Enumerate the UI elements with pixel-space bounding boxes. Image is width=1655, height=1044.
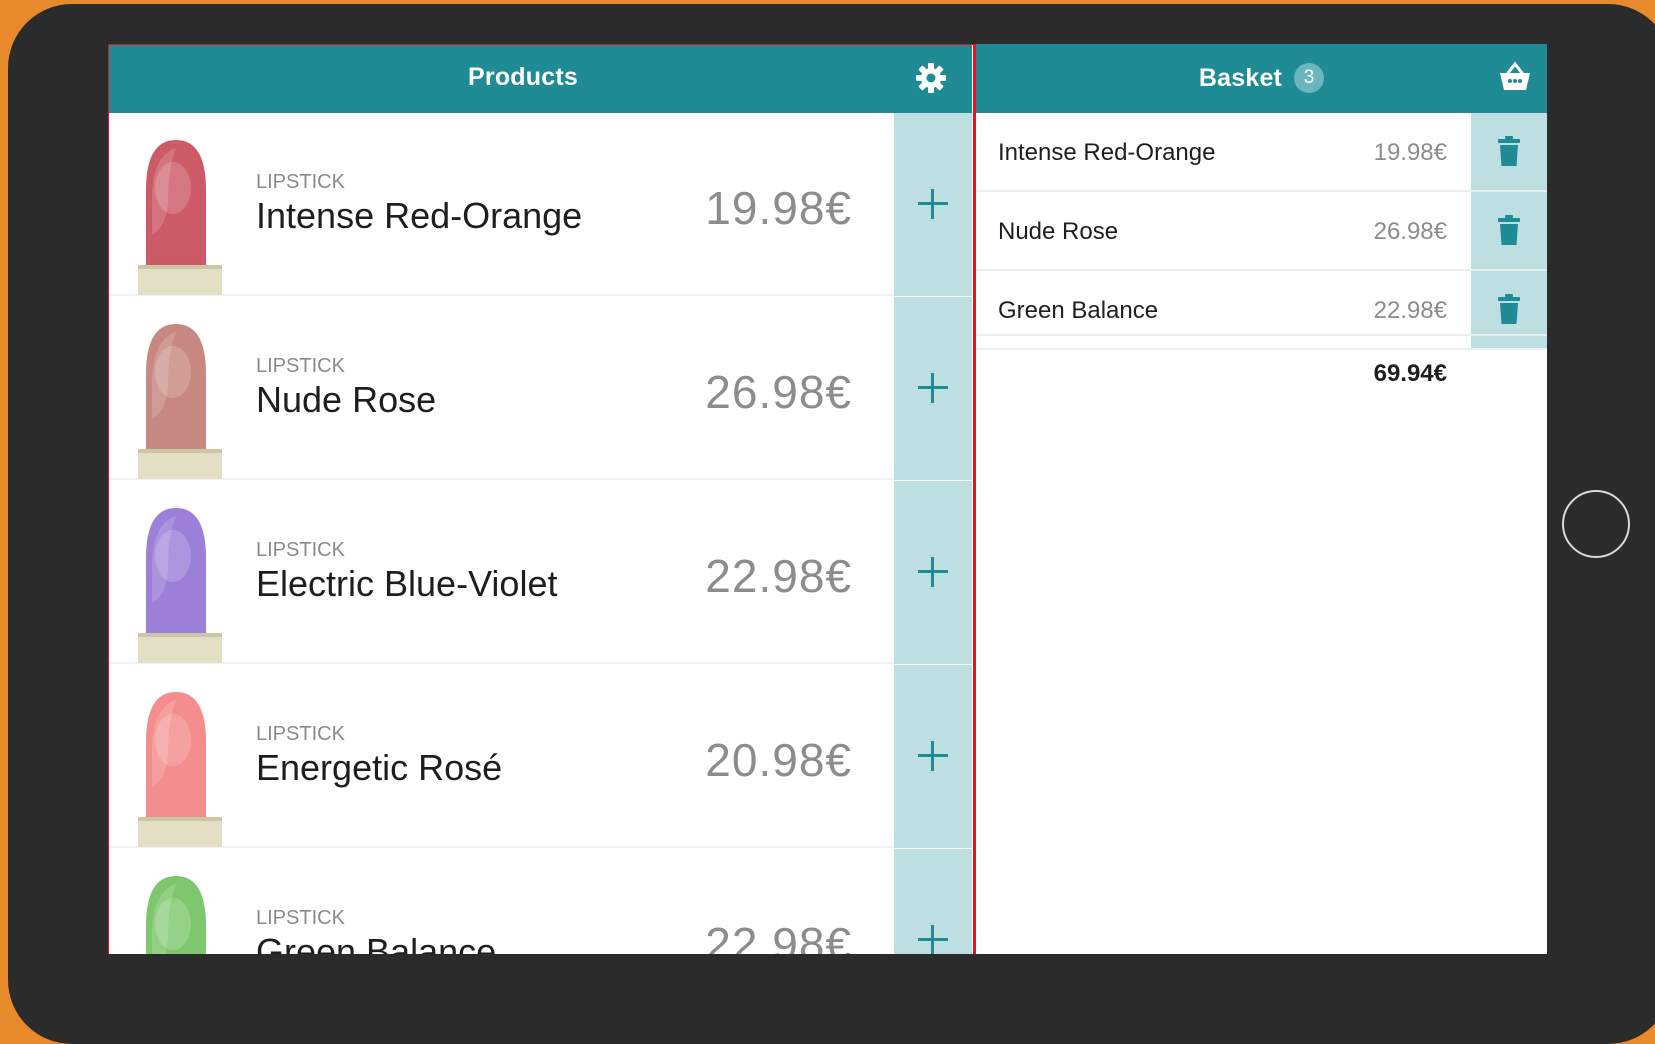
plus-icon [918,373,948,403]
product-row: LIPSTICK Electric Blue-Violet 22.98€ [108,481,972,664]
product-row: LIPSTICK Nude Rose 26.98€ [108,297,972,480]
remove-from-basket-button[interactable] [1471,113,1547,190]
add-to-basket-button[interactable] [894,297,972,480]
basket-item: Nude Rose 26.98€ [976,192,1547,271]
products-title: Products [468,63,578,91]
product-price: 22.98€ [705,550,852,602]
plus-icon [918,925,948,954]
lipstick-image [138,876,222,954]
basket-item: Green Balance 22.98€ [976,271,1547,350]
basket-panel: Basket 3 Intense Red-Orange 19.98€ Nude … [976,44,1547,954]
lipstick-image [138,508,222,663]
product-price: 22.98€ [705,918,852,954]
product-row: LIPSTICK Energetic Rosé 20.98€ [108,665,972,848]
basket-item-name: Nude Rose [998,218,1119,245]
app-screen: Products LIPSTICK Intense Red-Orange 19.… [108,44,1547,954]
gear-icon[interactable] [915,62,947,94]
product-name: Green Balance [256,931,497,954]
product-row: LIPSTICK Intense Red-Orange 19.98€ [108,113,972,296]
lipstick-image [138,692,222,847]
add-to-basket-button[interactable] [894,665,972,848]
basket-total: 69.94€ [1373,360,1447,387]
basket-item-name: Green Balance [998,297,1159,324]
product-name: Nude Rose [256,379,437,420]
trash-icon [1498,215,1520,245]
basket-item-price: 19.98€ [1373,139,1447,166]
basket-item-name: Intense Red-Orange [998,139,1216,166]
add-to-basket-button[interactable] [894,849,972,954]
home-button[interactable] [1562,490,1630,558]
basket-header: Basket 3 [976,44,1547,113]
trash-icon [1498,294,1520,324]
basket-item-price: 22.98€ [1373,297,1447,324]
product-price: 20.98€ [705,734,852,786]
add-to-basket-button[interactable] [894,113,972,296]
product-name: Electric Blue-Violet [256,563,558,604]
plus-icon [918,741,948,771]
basket-item-price: 26.98€ [1373,218,1447,245]
product-row: LIPSTICK Green Balance 22.98€ [108,849,972,954]
basket-title-area: Basket 3 [976,63,1547,93]
remove-from-basket-button[interactable] [1471,271,1547,348]
product-category: LIPSTICK [256,355,345,377]
products-header: Products [108,44,972,113]
product-category: LIPSTICK [256,171,345,193]
remove-from-basket-button[interactable] [1471,192,1547,269]
basket-title-wrap: Basket 3 [1198,63,1325,93]
product-price: 19.98€ [705,182,852,234]
basket-item: Intense Red-Orange 19.98€ [976,113,1547,192]
lipstick-image [138,140,222,295]
product-category: LIPSTICK [256,723,345,745]
plus-icon [918,189,948,219]
add-to-basket-button[interactable] [894,481,972,664]
basket-count-badge: 3 [1294,63,1325,93]
basket-title: Basket [1198,63,1283,92]
product-category: LIPSTICK [256,907,345,929]
total-divider [976,334,1547,336]
trash-icon [1498,136,1520,166]
plus-icon [918,557,948,587]
product-name: Energetic Rosé [256,747,503,788]
lipstick-image [138,324,222,479]
products-panel: Products LIPSTICK Intense Red-Orange 19.… [108,44,977,954]
product-category: LIPSTICK [256,539,345,561]
product-name: Intense Red-Orange [256,195,583,236]
basket-icon[interactable] [1498,61,1532,93]
product-price: 26.98€ [705,366,852,418]
